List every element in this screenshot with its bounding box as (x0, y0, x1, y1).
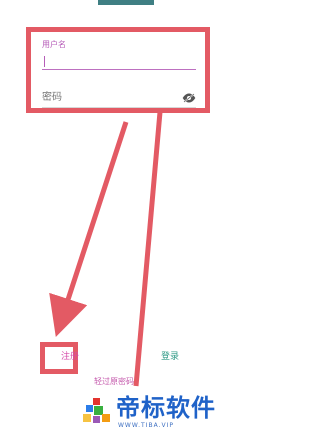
eye-slash-icon[interactable] (182, 93, 196, 103)
username-label: 用户名 (42, 40, 66, 49)
login-button[interactable]: 登录 (161, 353, 179, 362)
password-input[interactable] (42, 88, 196, 108)
text-cursor (44, 56, 45, 67)
login-form-highlight: 用户名 (26, 27, 210, 113)
screenshot-page: 用户名 注册 登录 轻过原密码 帝标软件 (0, 0, 250, 437)
watermark: 帝标软件 WWW.TIBA.VIP (74, 390, 244, 434)
forgot-password-link[interactable]: 轻过原密码 (94, 378, 134, 386)
username-input[interactable] (42, 52, 196, 70)
watermark-subtitle: WWW.TIBA.VIP (118, 422, 174, 429)
watermark-title: 帝标软件 (116, 394, 216, 422)
register-button[interactable]: 注册 (61, 353, 79, 362)
top-status-bar (98, 0, 154, 5)
colorful-squares-logo-icon (83, 398, 110, 423)
